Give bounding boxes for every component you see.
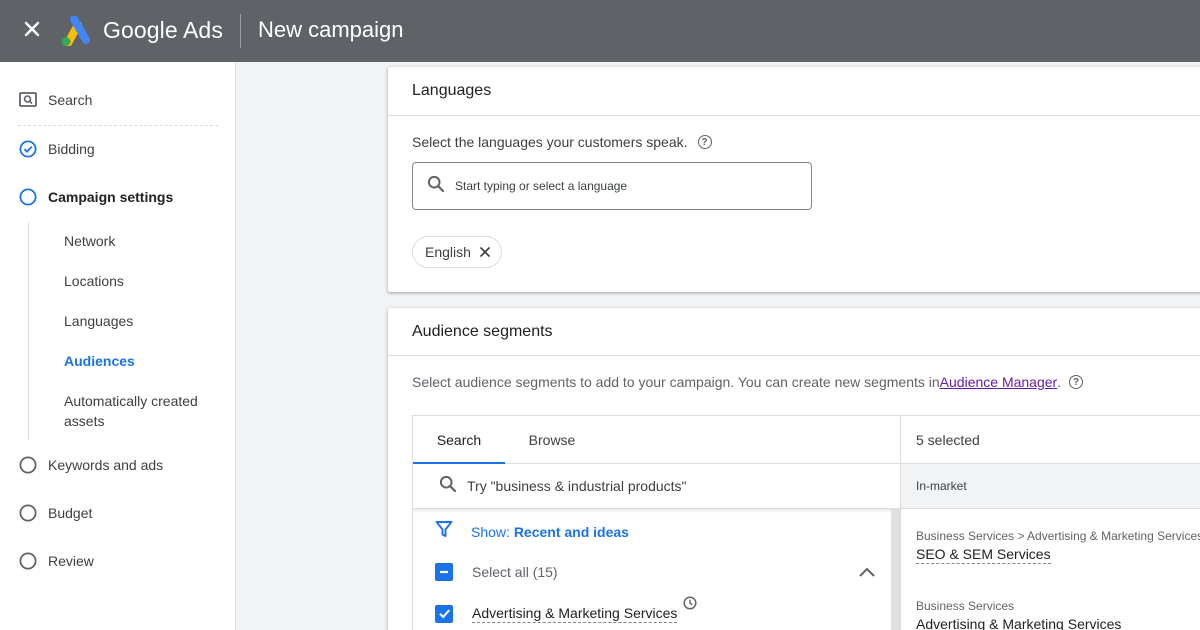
step-review[interactable]: Review bbox=[18, 551, 94, 571]
step-label: Search bbox=[48, 92, 93, 108]
page-title: New campaign bbox=[258, 17, 404, 42]
segment-name: SEO & SEM Services bbox=[916, 546, 1051, 564]
search-icon bbox=[427, 175, 445, 198]
chip-label: English bbox=[425, 244, 471, 260]
check-circle-icon bbox=[18, 139, 38, 159]
step-divider bbox=[18, 125, 218, 126]
audience-segments-card: Audience segments Select audience segmen… bbox=[388, 308, 1200, 630]
selected-segment: Business Services > Advertising & Market… bbox=[916, 529, 1200, 564]
segment-name: Advertising & Marketing Services bbox=[916, 616, 1121, 630]
list-scrollbar[interactable] bbox=[891, 509, 900, 630]
languages-prompt: Select the languages your customers spea… bbox=[412, 134, 688, 150]
languages-card: Languages Select the languages your cust… bbox=[388, 67, 1200, 292]
segment-path: Business Services > Advertising & Market… bbox=[916, 529, 1200, 543]
step-label: Keywords and ads bbox=[48, 457, 164, 473]
item-checkbox[interactable] bbox=[435, 604, 453, 623]
list-top-shadow bbox=[413, 509, 891, 513]
show-filter[interactable]: Show: Recent and ideas bbox=[435, 520, 629, 543]
step-search[interactable]: Search bbox=[18, 90, 92, 110]
tab-label: Search bbox=[436, 432, 482, 448]
languages-title: Languages bbox=[412, 82, 492, 99]
language-chip: English bbox=[412, 236, 502, 268]
clock-icon bbox=[683, 596, 697, 610]
picker-tabs: Search Browse bbox=[413, 416, 900, 464]
close-button[interactable] bbox=[14, 13, 50, 49]
languages-prompt-row: Select the languages your customers spea… bbox=[412, 134, 712, 150]
header-divider bbox=[240, 14, 241, 48]
select-all-checkbox[interactable] bbox=[435, 563, 453, 581]
step-bidding[interactable]: Bidding bbox=[18, 139, 95, 159]
collapse-button[interactable] bbox=[857, 564, 877, 584]
select-all-row: Select all (15) bbox=[435, 563, 558, 581]
segment-path: Business Services bbox=[916, 599, 1015, 613]
substep-languages[interactable]: Languages bbox=[64, 311, 224, 331]
campaign-steps-sidebar: Search Bidding Campaign settings Network… bbox=[0, 62, 236, 630]
audience-picker: Search Browse Show: Recent and ideas S bbox=[412, 415, 1200, 630]
show-filter-label: Show: Recent and ideas bbox=[471, 524, 629, 540]
remove-chip-icon[interactable] bbox=[479, 246, 491, 258]
list-item: Advertising & Marketing Services bbox=[435, 596, 697, 623]
help-icon[interactable]: ? bbox=[1069, 375, 1084, 389]
step-label: Bidding bbox=[48, 141, 95, 157]
show-prefix: Show: bbox=[471, 523, 514, 540]
tab-label: Browse bbox=[528, 432, 576, 448]
substep-auto-assets[interactable]: Automatically created assets bbox=[64, 391, 224, 431]
substeps-line bbox=[28, 222, 29, 440]
search-icon bbox=[439, 475, 457, 498]
selected-count: 5 selected bbox=[901, 416, 1200, 464]
selected-segment: Business Services Advertising & Marketin… bbox=[916, 599, 1200, 630]
substep-locations[interactable]: Locations bbox=[64, 271, 224, 291]
filter-icon bbox=[435, 520, 453, 543]
circle-icon bbox=[18, 187, 38, 207]
step-keywords-and-ads[interactable]: Keywords and ads bbox=[18, 455, 163, 475]
segment-search-input[interactable] bbox=[467, 478, 867, 494]
circle-icon bbox=[18, 455, 38, 475]
circle-icon bbox=[18, 503, 38, 523]
circle-icon bbox=[18, 551, 38, 571]
audience-description-row: Select audience segments to add to your … bbox=[412, 374, 1084, 390]
item-label: Advertising & Marketing Services bbox=[472, 605, 678, 623]
step-campaign-settings[interactable]: Campaign settings bbox=[18, 187, 173, 207]
audience-title: Audience segments bbox=[412, 323, 553, 340]
audience-manager-link[interactable]: Audience Manager bbox=[940, 374, 1058, 390]
substep-audiences[interactable]: Audiences bbox=[64, 351, 224, 371]
step-label: Campaign settings bbox=[48, 189, 174, 205]
show-value: Recent and ideas bbox=[513, 523, 629, 540]
top-bar: Google Ads New campaign bbox=[0, 0, 1200, 62]
tab-browse[interactable]: Browse bbox=[505, 416, 599, 464]
audience-description-end: . bbox=[1057, 374, 1062, 390]
step-label: Review bbox=[48, 553, 94, 569]
language-search-field[interactable] bbox=[412, 162, 812, 210]
select-all-label: Select all (15) bbox=[472, 564, 558, 580]
help-icon[interactable]: ? bbox=[697, 135, 712, 149]
substep-network[interactable]: Network bbox=[64, 231, 224, 251]
tab-search[interactable]: Search bbox=[413, 416, 505, 464]
step-budget[interactable]: Budget bbox=[18, 503, 92, 523]
language-search-input[interactable] bbox=[455, 179, 775, 193]
step-label: Budget bbox=[48, 505, 93, 521]
close-icon bbox=[23, 20, 41, 43]
card-divider bbox=[388, 355, 1200, 356]
chevron-up-icon bbox=[858, 565, 876, 583]
brand-name: Google Ads bbox=[103, 17, 223, 43]
card-divider bbox=[388, 115, 1200, 116]
selected-category-header: In-market bbox=[901, 464, 1200, 509]
search-campaign-icon bbox=[18, 90, 38, 110]
google-ads-logo bbox=[60, 15, 92, 47]
audience-description: Select audience segments to add to your … bbox=[412, 374, 940, 390]
segment-search-field[interactable] bbox=[413, 464, 900, 509]
